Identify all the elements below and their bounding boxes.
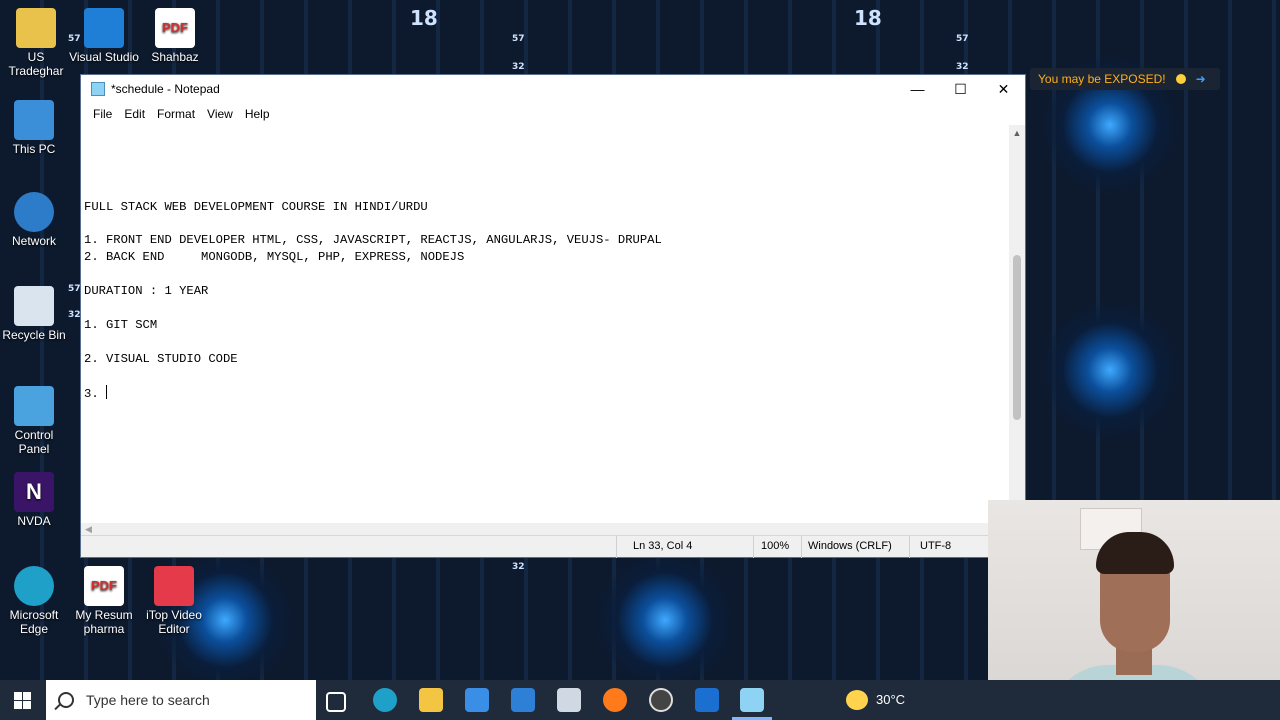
desktop-icon-visual-studio[interactable]: Visual Studio [68,8,140,64]
security-alert-text: You may be EXPOSED! [1038,72,1166,86]
desktop-icon-us-tradeghar[interactable]: US Tradeghar [0,8,72,78]
wallpaper-number: 18 [410,6,438,30]
search-placeholder: Type here to search [86,692,210,708]
file-explorer-icon[interactable] [419,688,443,712]
status-encoding: UTF-8 [920,540,952,552]
edge-icon[interactable] [373,688,397,712]
desktop-icon-itop-video-editor[interactable]: iTop Video Editor [138,566,210,636]
desktop-icon-label: Visual Studio [69,50,139,64]
mail-icon[interactable] [511,688,535,712]
desktop-icon-edge[interactable]: Microsoft Edge [0,566,70,636]
desktop-icon-resume[interactable]: PDF My Resum pharma [68,566,140,636]
status-line-ending: Windows (CRLF) [808,540,892,552]
desktop-icon-recycle-bin[interactable]: Recycle Bin [0,286,70,342]
menu-format[interactable]: Format [151,107,201,121]
desktop-icon-label: Control Panel [14,428,54,456]
status-position: Ln 33, Col 4 [633,540,693,552]
notepad-icon[interactable] [740,688,764,712]
taskbar-search-box[interactable]: Type here to search [46,680,316,720]
arrow-right-icon: ➜ [1195,72,1206,86]
notepad-icon [91,82,105,96]
menu-help[interactable]: Help [239,107,276,121]
status-divider [909,536,910,558]
firefox-icon[interactable] [603,688,627,712]
computer-icon [14,100,54,140]
desktop-icon-control-panel[interactable]: Control Panel [0,386,70,456]
maximize-button[interactable]: ☐ [939,75,982,103]
close-button[interactable]: ✕ [982,75,1025,103]
window-title: *schedule - Notepad [111,82,220,96]
scroll-thumb[interactable] [1013,255,1021,420]
desktop-icon-label: My Resum pharma [75,608,133,636]
desktop-icon-this-pc[interactable]: This PC [0,100,70,156]
security-alert-badge[interactable]: You may be EXPOSED! ➜ [1030,68,1220,90]
notepad-window: *schedule - Notepad — ☐ ✕ File Edit Form… [80,74,1026,558]
status-divider [616,536,617,558]
minimize-button[interactable]: — [896,75,939,103]
photos-icon[interactable] [557,688,581,712]
pdf-icon: PDF [84,566,124,606]
vertical-scrollbar[interactable]: ▲ [1009,125,1025,523]
windows-logo-icon [13,691,31,709]
horizontal-scrollbar[interactable]: ◀ [81,523,1010,535]
wallpaper-number: 32 [512,62,525,72]
recorder-icon[interactable] [649,688,673,712]
search-icon [58,692,74,708]
recycle-bin-icon [14,286,54,326]
editor-content[interactable]: FULL STACK WEB DEVELOPMENT COURSE IN HIN… [81,125,1010,403]
control-panel-icon [14,386,54,426]
video-editor-icon [154,566,194,606]
store-icon[interactable] [465,688,489,712]
menu-bar: File Edit Format View Help [81,103,1025,125]
weather-icon[interactable] [846,690,868,710]
start-button[interactable] [0,680,44,720]
nvda-icon: N [14,472,54,512]
status-bar: Ln 33, Col 4 100% Windows (CRLF) UTF-8 [81,535,1025,558]
desktop-icon-network[interactable]: Network [0,192,70,248]
menu-edit[interactable]: Edit [118,107,151,121]
pdf-icon: PDF [155,8,195,48]
scroll-left-icon[interactable]: ◀ [81,523,1010,535]
menu-view[interactable]: View [201,107,239,121]
desktop-icon-label: Shahbaz [151,50,199,64]
desktop-icon-label: US Tradeghar [8,50,64,78]
desktop-icon-nvda[interactable]: N NVDA [0,472,70,528]
vscode-icon [84,8,124,48]
wallpaper-number: 57 [956,34,969,44]
desktop-icon-label: iTop Video Editor [146,608,202,636]
task-view-icon[interactable] [326,692,346,712]
edge-icon [14,566,54,606]
taskbar: Type here to search 30°C [0,680,1280,720]
desktop-icon-label: This PC [12,142,56,156]
app-icon [16,8,56,48]
status-zoom: 100% [761,540,790,552]
weather-temperature[interactable]: 30°C [876,692,905,707]
desktop-icon-label: Microsoft Edge [9,608,59,636]
status-divider [753,536,754,558]
desktop-icon-label: Network [11,234,56,248]
shield-icon[interactable] [695,688,719,712]
scroll-up-icon[interactable]: ▲ [1009,125,1025,141]
network-icon [14,192,54,232]
desktop-icon-label: NVDA [17,514,51,528]
wallpaper-number: 18 [854,6,882,30]
text-editor[interactable]: FULL STACK WEB DEVELOPMENT COURSE IN HIN… [81,125,1010,523]
desktop-icon-label: Recycle Bin [2,328,66,342]
wallpaper-number: 32 [512,562,525,572]
title-bar[interactable]: *schedule - Notepad — ☐ ✕ [81,75,1025,103]
text-caret [105,384,107,399]
desktop-icon-shahbaz[interactable]: PDF Shahbaz [139,8,211,64]
menu-file[interactable]: File [87,107,118,121]
status-divider [801,536,802,558]
wallpaper-number: 57 [512,34,525,44]
wallpaper-number: 32 [956,62,969,72]
toggle-dot-icon [1175,74,1186,84]
